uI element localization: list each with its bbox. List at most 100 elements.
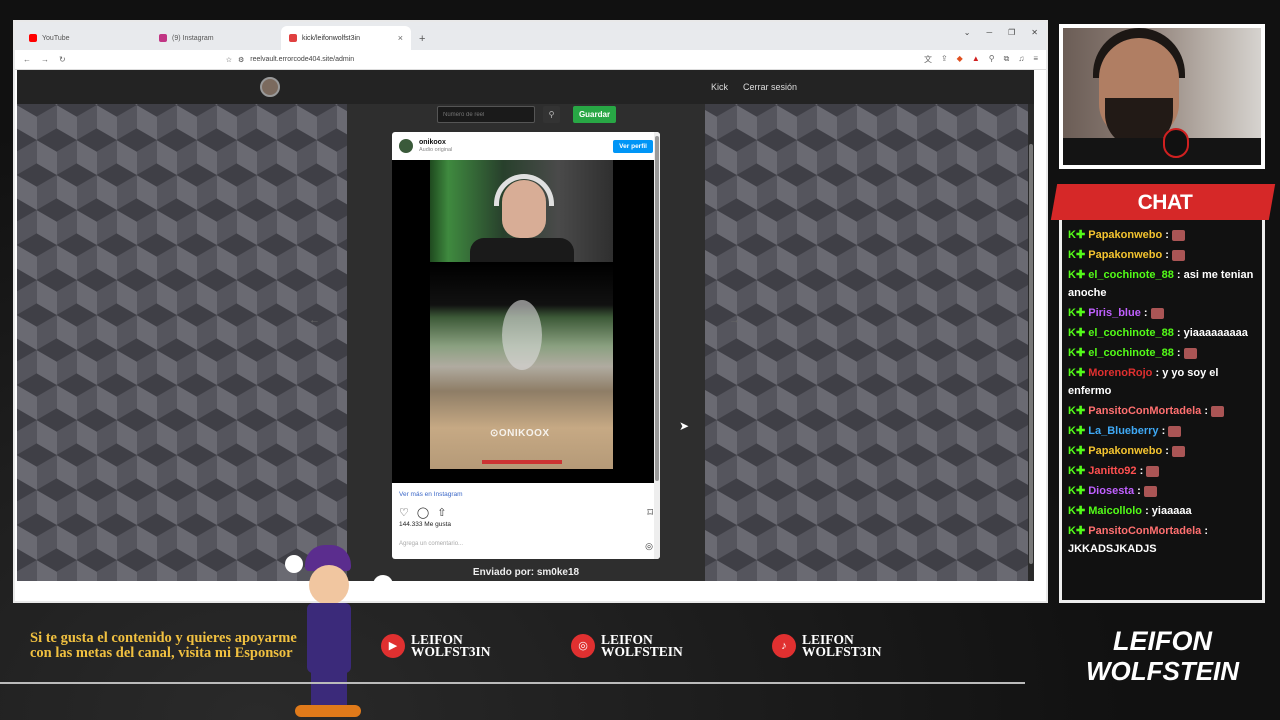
tab-instagram[interactable]: (9) Instagram xyxy=(151,26,281,50)
bookmark-icon[interactable]: ⌑ xyxy=(647,506,653,519)
plus-badge-icon: ✚ xyxy=(1075,445,1086,457)
window-controls: ⌄ ─ ❐ ✕ xyxy=(964,28,1038,37)
insta-username[interactable]: onikoox xyxy=(419,139,452,147)
character-shoes xyxy=(295,705,361,717)
chat-username[interactable]: PansitoConMortadela xyxy=(1088,525,1201,537)
insta-audio-label: Audio original xyxy=(419,147,453,153)
brand-line1: LEIFON xyxy=(1113,626,1212,656)
tab-label: YouTube xyxy=(42,34,70,42)
emote-icon xyxy=(1211,405,1225,417)
plus-badge-icon: ✚ xyxy=(1075,269,1086,281)
share-icon[interactable]: ⇪ xyxy=(941,54,948,65)
chat-username[interactable]: el_cochinote_88 xyxy=(1088,269,1174,281)
emote-icon xyxy=(1183,347,1197,359)
page-scrollbar[interactable] xyxy=(1028,104,1034,581)
plus-badge-icon: ✚ xyxy=(1075,525,1086,537)
browser-window: YouTube (9) Instagram kick/leifonwolfst3… xyxy=(13,20,1048,603)
social-youtube: ▶ LEIFON WOLFST3IN xyxy=(381,633,491,659)
plus-badge-icon: ✚ xyxy=(1075,327,1086,339)
shield-icon[interactable]: ◆ xyxy=(957,54,963,65)
chat-username[interactable]: PansitoConMortadela xyxy=(1088,405,1201,417)
nav-logout-link[interactable]: Cerrar sesión xyxy=(743,82,797,92)
new-tab-button[interactable]: + xyxy=(411,33,433,50)
tab-youtube[interactable]: YouTube xyxy=(21,26,151,50)
share-icon[interactable]: ⇧ xyxy=(437,506,446,519)
instagram-embed: onikoox Audio original Ver perfil ⊙ONIKO… xyxy=(392,132,660,559)
reel-video[interactable]: ⊙ONIKOOX xyxy=(392,160,660,483)
insta-actions: ♡ ◯ ⇧ ⌑ xyxy=(392,498,660,519)
plus-badge-icon: ✚ xyxy=(1075,307,1086,319)
social-instagram: ◎ LEIFON WOLFSTEIN xyxy=(571,633,683,658)
microphone-icon xyxy=(1163,128,1189,158)
emote-icon xyxy=(1171,229,1185,241)
chat-panel: CHAT K✚ Papakonwebo : K✚ Papakonwebo : K… xyxy=(1050,184,1276,603)
chat-separator: : xyxy=(1162,249,1172,261)
prev-arrow-icon[interactable]: ← xyxy=(309,314,320,326)
next-arrow-icon[interactable]: → xyxy=(729,314,740,326)
tab-label: kick/leifonwolfst3in xyxy=(302,34,360,42)
view-profile-button[interactable]: Ver perfil xyxy=(613,139,653,153)
bookmark-icon[interactable]: ☆ xyxy=(226,56,232,64)
comment-placeholder: Agrega un comentario... xyxy=(399,541,464,547)
comment-icon[interactable]: ◯ xyxy=(417,506,429,519)
menu-icon[interactable]: ≡ xyxy=(1033,54,1038,65)
chat-username[interactable]: el_cochinote_88 xyxy=(1088,347,1174,359)
maximize-icon[interactable]: ❐ xyxy=(1008,28,1015,37)
chat-username[interactable]: La_Blueberry xyxy=(1088,425,1158,437)
likes-count: 144.333 Me gusta xyxy=(399,521,452,528)
character-face xyxy=(309,565,349,605)
glove-right xyxy=(373,575,393,595)
nav-kick-link[interactable]: Kick xyxy=(711,82,728,92)
chat-username[interactable]: el_cochinote_88 xyxy=(1088,327,1174,339)
close-icon[interactable]: ✕ xyxy=(1031,28,1038,37)
reel-number-input[interactable] xyxy=(437,106,535,123)
see-more-link[interactable]: Ver más en Instagram xyxy=(392,483,660,498)
back-icon[interactable]: ← xyxy=(23,55,31,64)
site-info-icon[interactable]: ⚙ xyxy=(238,56,244,64)
social-line2: WOLFST3IN xyxy=(802,644,882,659)
social-label: LEIFON WOLFST3IN xyxy=(802,633,882,659)
admin-page: Kick Cerrar sesión ← → ⚲ Guardar onikoox… xyxy=(17,70,1034,581)
chat-message: K✚ La_Blueberry : xyxy=(1068,422,1260,440)
plus-badge-icon: ✚ xyxy=(1075,505,1086,517)
plus-badge-icon: ✚ xyxy=(1075,465,1086,477)
social-line2: WOLFST3IN xyxy=(411,644,491,659)
chat-username[interactable]: Janitto92 xyxy=(1088,465,1136,477)
address-bar[interactable]: ☆ ⚙ reelvault.errorcode404.site/admin xyxy=(226,56,354,64)
music-icon[interactable]: ♫ xyxy=(1018,54,1024,65)
chat-username[interactable]: Piris_blue xyxy=(1088,307,1141,319)
chevron-down-icon[interactable]: ⌄ xyxy=(964,28,971,37)
search-button[interactable]: ⚲ xyxy=(543,106,560,123)
chat-username[interactable]: Papakonwebo xyxy=(1088,249,1162,261)
minimize-icon[interactable]: ─ xyxy=(986,28,992,37)
tab-kick[interactable]: kick/leifonwolfst3in × xyxy=(281,26,411,50)
reload-icon[interactable]: ↻ xyxy=(59,55,66,64)
extension-icon[interactable]: ⧉ xyxy=(1004,54,1010,65)
chat-separator: : xyxy=(1142,505,1152,517)
chat-username[interactable]: MorenoRojo xyxy=(1088,367,1152,379)
site-logo-avatar[interactable] xyxy=(260,77,280,97)
chat-username[interactable]: Papakonwebo xyxy=(1088,445,1162,457)
explosion-smoke xyxy=(502,300,542,370)
insta-user-block: onikoox Audio original xyxy=(419,139,452,153)
chat-text: yiaaaaaaaaa xyxy=(1183,327,1248,339)
chat-separator: : xyxy=(1158,425,1169,437)
chat-username[interactable]: Diosesta xyxy=(1088,485,1134,497)
save-button[interactable]: Guardar xyxy=(573,106,616,123)
embed-scrollbar[interactable] xyxy=(654,132,660,559)
pin-icon[interactable]: ⚲ xyxy=(989,54,995,65)
chat-username[interactable]: Maicollolo xyxy=(1088,505,1142,517)
kick-badge-icon: K xyxy=(1068,269,1076,281)
heart-icon[interactable]: ♡ xyxy=(399,506,409,519)
close-tab-icon[interactable]: × xyxy=(398,33,403,43)
instagram-icon[interactable]: ◎ xyxy=(645,541,653,552)
sent-by-label: Enviado por: sm0ke18 xyxy=(472,567,580,578)
avatar[interactable] xyxy=(399,139,413,153)
chat-message: K✚ Piris_blue : xyxy=(1068,304,1260,322)
chat-text: yiaaaaa xyxy=(1151,505,1192,517)
translate-icon[interactable]: 文 xyxy=(924,54,932,65)
alert-icon[interactable]: ▲ xyxy=(972,54,980,65)
comment-field[interactable]: Agrega un comentario... ◎ xyxy=(392,530,660,552)
forward-icon[interactable]: → xyxy=(41,55,49,64)
chat-username[interactable]: Papakonwebo xyxy=(1088,229,1162,241)
